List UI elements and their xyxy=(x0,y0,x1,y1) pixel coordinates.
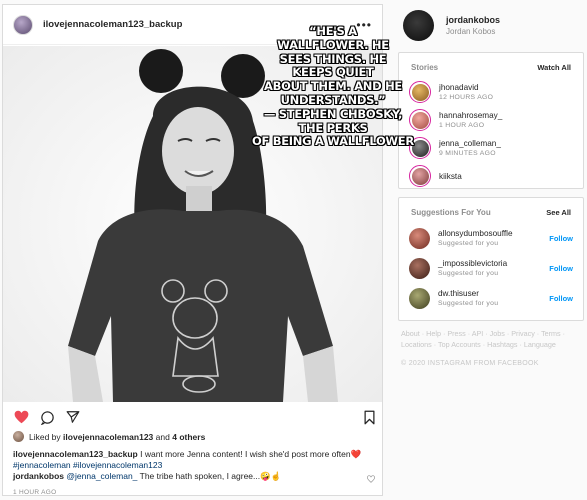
likes-line: Liked by ilovejennacoleman123 and 4 othe… xyxy=(13,431,205,442)
story-item[interactable]: kiiksta xyxy=(399,162,583,190)
likes-others[interactable]: 4 others xyxy=(172,432,205,442)
suggestion-sub: Suggested for you xyxy=(438,240,499,247)
stories-panel: Stories Watch All jhonadavid 12 HOURS AG… xyxy=(398,52,584,189)
follow-button[interactable]: Follow xyxy=(549,234,573,243)
comment-icon[interactable] xyxy=(39,409,55,425)
suggestion-item: allonsydumbosouffle Suggested for you Fo… xyxy=(399,223,583,253)
suggestion-item: _impossiblevictoria Suggested for you Fo… xyxy=(399,253,583,283)
suggestion-user[interactable]: allonsydumbosouffle xyxy=(438,229,513,238)
comment-mention[interactable]: @jenna_coleman_ xyxy=(66,471,137,481)
story-user: jenna_colleman_ xyxy=(439,139,501,148)
follow-button[interactable]: Follow xyxy=(549,294,573,303)
bookmark-icon[interactable] xyxy=(361,409,377,425)
post-author-avatar[interactable] xyxy=(13,14,33,35)
likes-and: and xyxy=(155,431,170,442)
comments: ilovejennacoleman123_backup I want more … xyxy=(13,449,379,483)
story-time: 12 HOURS AGO xyxy=(439,94,494,101)
story-item[interactable]: jhonadavid 12 HOURS AGO xyxy=(399,78,583,106)
story-item[interactable]: hannahrosemay_ 1 HOUR AGO xyxy=(399,106,583,134)
watch-all-link[interactable]: Watch All xyxy=(537,63,571,72)
comment-user[interactable]: jordankobos xyxy=(13,471,64,481)
footer-links[interactable]: About · Help · Press · API · Jobs · Priv… xyxy=(401,328,581,350)
comment-text: The tribe hath spoken, I agree...🤪☝️ xyxy=(139,471,282,481)
see-all-link[interactable]: See All xyxy=(546,208,571,217)
story-item[interactable]: jenna_colleman_ 9 MINUTES AGO xyxy=(399,134,583,162)
caption-hashtags[interactable]: #jennacoleman #ilovejennacoleman123 xyxy=(13,460,379,471)
comment-row: jordankobos @jenna_coleman_ The tribe ha… xyxy=(13,471,379,482)
story-user: kiiksta xyxy=(439,171,462,181)
story-avatar xyxy=(411,167,429,185)
caption-text: I want more Jenna content! I wish she'd … xyxy=(140,449,362,459)
post-timestamp: 1 HOUR AGO xyxy=(13,489,57,496)
follow-button[interactable]: Follow xyxy=(549,264,573,273)
likes-prefix: Liked by xyxy=(29,431,61,442)
post-author-username[interactable]: ilovejennacoleman123_backup xyxy=(43,19,182,30)
comment-like-icon[interactable] xyxy=(367,475,375,483)
current-user-name: Jordan Kobos xyxy=(446,27,496,36)
liker-avatar xyxy=(13,431,24,442)
suggestion-sub: Suggested for you xyxy=(438,300,499,307)
suggestion-sub: Suggested for you xyxy=(438,270,499,277)
suggestions-title: Suggestions For You xyxy=(411,208,491,217)
suggestion-user[interactable]: _impossiblevictoria xyxy=(438,259,507,268)
post-card: ilovejennacoleman123_backup ••• “HE'S A … xyxy=(2,4,414,496)
story-user: hannahrosemay_ xyxy=(439,111,503,120)
post-actions xyxy=(13,408,377,426)
likes-user[interactable]: ilovejennacoleman123 xyxy=(63,432,153,442)
suggestion-avatar[interactable] xyxy=(409,257,430,279)
suggestion-user[interactable]: dw.thisuser xyxy=(438,289,498,298)
heart-icon[interactable] xyxy=(13,409,29,425)
suggestions-panel: Suggestions For You See All allonsydumbo… xyxy=(398,197,584,321)
suggestion-avatar[interactable] xyxy=(409,287,430,309)
quote-overlay: “HE'S A WALLFLOWER. HE SEES THINGS. HE K… xyxy=(252,24,414,149)
share-icon[interactable] xyxy=(65,409,81,425)
caption-user[interactable]: ilovejennacoleman123_backup xyxy=(13,449,138,459)
story-time: 9 MINUTES AGO xyxy=(439,150,496,157)
story-user: jhonadavid xyxy=(439,83,479,92)
suggestion-item: dw.thisuser Suggested for you Follow xyxy=(399,283,583,313)
story-time: 1 HOUR AGO xyxy=(439,122,485,129)
suggestion-avatar[interactable] xyxy=(409,227,430,249)
current-user-username[interactable]: jordankobos xyxy=(446,15,500,25)
caption: ilovejennacoleman123_backup I want more … xyxy=(13,449,379,460)
copyright: © 2020 INSTAGRAM FROM FACEBOOK xyxy=(401,360,539,367)
